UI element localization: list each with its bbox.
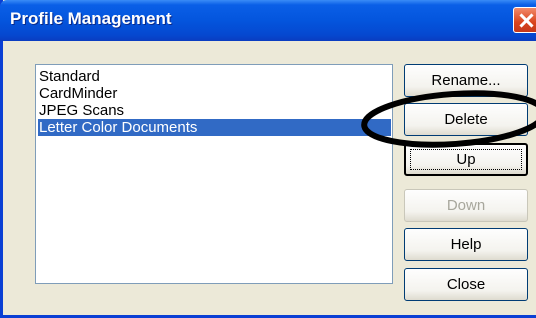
close-button-label: Close (446, 276, 486, 293)
list-item-cardminder[interactable]: CardMinder (38, 85, 391, 102)
up-button[interactable]: Up (404, 143, 528, 176)
list-item-standard[interactable]: Standard (38, 68, 391, 85)
delete-button-label: Delete (444, 111, 488, 128)
close-icon[interactable] (513, 7, 536, 33)
down-button-label: Down (446, 197, 486, 214)
dialog-title: Profile Management (10, 9, 172, 28)
help-button[interactable]: Help (404, 228, 528, 261)
rename-button-label: Rename... (431, 72, 501, 89)
profile-management-dialog: Profile Management Standard CardMinder J… (0, 0, 536, 318)
down-button: Down (404, 189, 528, 222)
profile-list[interactable]: Standard CardMinder JPEG Scans Letter Co… (35, 64, 393, 284)
up-button-label: Up (456, 151, 476, 168)
close-button[interactable]: Close (404, 268, 528, 301)
list-item-jpeg-scans[interactable]: JPEG Scans (38, 102, 391, 119)
delete-button[interactable]: Delete (404, 103, 528, 136)
list-item-letter-color-documents[interactable]: Letter Color Documents (38, 119, 391, 136)
title-bar[interactable]: Profile Management (0, 0, 536, 41)
help-button-label: Help (450, 236, 482, 253)
rename-button[interactable]: Rename... (404, 64, 528, 97)
